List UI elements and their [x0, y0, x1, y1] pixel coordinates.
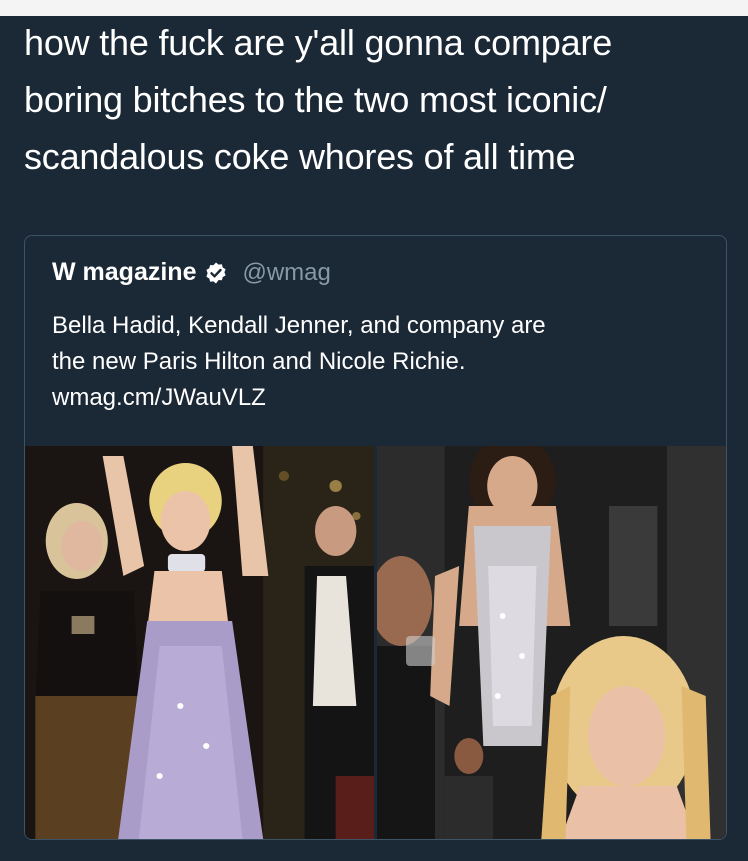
quoted-tweet-header: W magazine @wmag — [52, 258, 331, 287]
quoted-author-handle[interactable]: @wmag — [242, 259, 330, 287]
quoted-tweet-link[interactable]: wmag.cm/JWauVLZ — [52, 380, 712, 416]
tweet-text-line: boring bitches to the two most iconic/ — [24, 79, 607, 120]
quoted-body-line: the new Paris Hilton and Nicole Richie. — [52, 348, 466, 375]
tweet-text-line: scandalous coke whores of all time — [24, 136, 576, 177]
tweet-text: how the fuck are y'all gonna compare bor… — [24, 14, 734, 185]
quoted-tweet-body: Bella Hadid, Kendall Jenner, and company… — [52, 308, 712, 416]
photo-left[interactable] — [25, 446, 374, 839]
photo-left-image — [25, 446, 374, 839]
photo-right[interactable] — [377, 446, 726, 839]
verified-badge-icon — [204, 261, 228, 285]
quoted-body-line: Bella Hadid, Kendall Jenner, and company… — [52, 312, 546, 339]
quoted-author-name[interactable]: W magazine — [52, 258, 196, 287]
photo-grid — [25, 446, 726, 839]
photo-right-image — [377, 446, 726, 839]
quoted-tweet-card[interactable]: W magazine @wmag Bella Hadid, Kendall Je… — [24, 235, 727, 840]
tweet-text-line: how the fuck are y'all gonna compare — [24, 22, 613, 63]
